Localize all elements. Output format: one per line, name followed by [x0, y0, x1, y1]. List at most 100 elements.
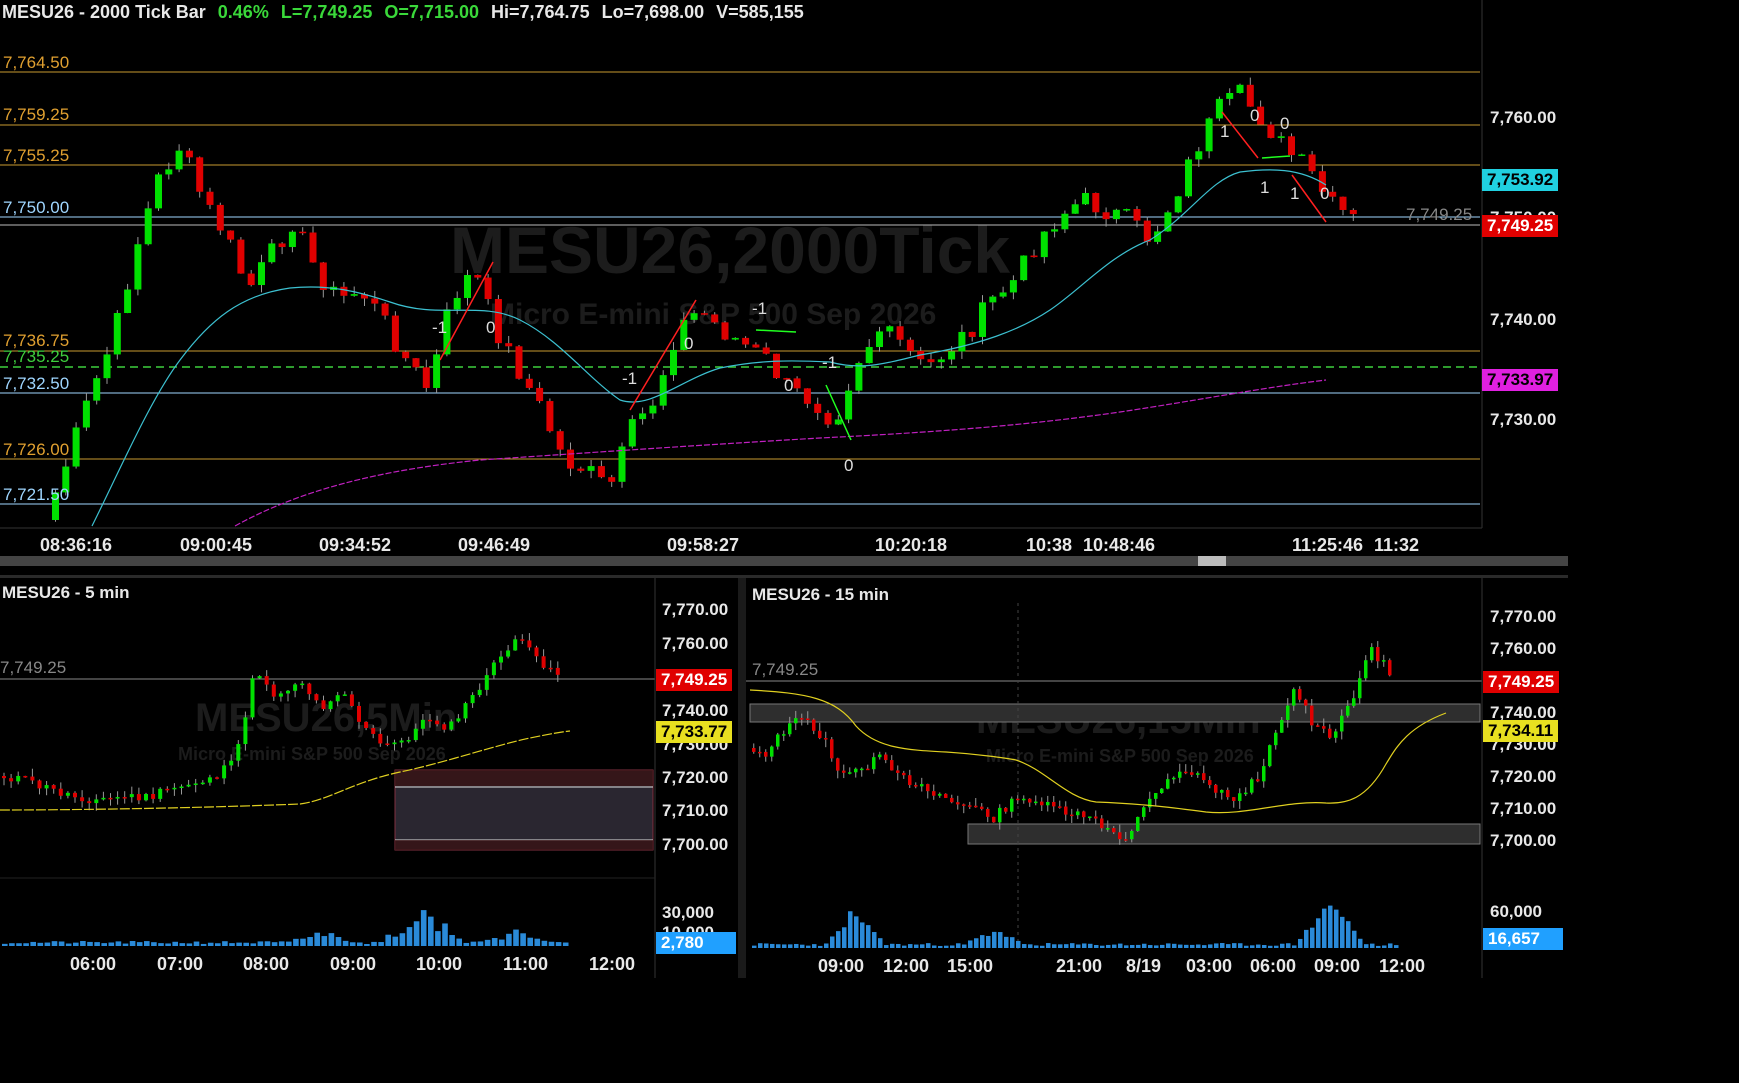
fifteen-min-volume-bar: [848, 911, 853, 948]
fifteen-min-y-tick: 7,770.00: [1490, 607, 1557, 626]
fifteen-min-candle-body: [884, 754, 888, 761]
five-min-chart-canvas[interactable]: [0, 578, 738, 978]
fifteen-min-y-tick: 7,710.00: [1490, 799, 1557, 818]
fifteen-min-volume-bar: [1112, 944, 1117, 948]
trend-arrow: [755, 329, 797, 333]
fifteen-min-candle-body: [962, 804, 966, 806]
five-min-volume-bar: [385, 934, 391, 946]
main-candle-body: [937, 359, 945, 363]
main-candle-body: [1288, 136, 1295, 156]
fifteen-min-volume-bar: [914, 944, 919, 948]
five-min-volume-bar: [30, 941, 36, 946]
five-min-candle-body: [80, 797, 85, 802]
main-candle-body: [1009, 280, 1017, 293]
fifteen-min-last-line-label: 7,749.25: [752, 660, 819, 679]
five-min-candle-body: [335, 695, 340, 702]
five-min-chart-pane[interactable]: MESU26,5Min Micro E-mini S&P 500 Sep 202…: [0, 578, 738, 978]
fifteen-min-candle-body: [1388, 660, 1392, 676]
five-min-candle-body: [9, 778, 14, 782]
main-candle-body: [711, 314, 719, 323]
fifteen-min-volume-bar: [992, 931, 997, 948]
fifteen-min-candle-body: [992, 816, 996, 823]
five-min-volume-bar: [420, 910, 427, 946]
main-candle-body: [1298, 154, 1306, 156]
main-candle-body: [453, 297, 461, 310]
main-candle-body: [124, 289, 132, 314]
main-candle-body: [1040, 231, 1048, 258]
five-min-volume-bar: [144, 941, 150, 946]
main-candle-body: [700, 313, 708, 315]
main-chart-pane[interactable]: MESU26,2000Tick Micro E-mini S&P 500 Sep…: [0, 0, 1568, 575]
fifteen-min-volume-bar: [1286, 943, 1291, 948]
fifteen-min-candle-body: [1196, 773, 1200, 775]
main-candle-body: [958, 331, 966, 352]
main-candle-body: [1226, 93, 1234, 99]
fifteen-min-volume-bar: [770, 943, 775, 948]
fifteen-min-volume-bar: [788, 944, 793, 948]
five-min-volume-bar: [442, 923, 448, 946]
annotation: 0: [1250, 106, 1260, 125]
fifteen-min-candle-body: [1100, 818, 1104, 829]
five-min-volume-bar: [87, 941, 93, 946]
pane-divider-vertical[interactable]: [738, 578, 746, 978]
fifteen-min-chart-canvas[interactable]: [746, 578, 1568, 978]
fifteen-min-candle-body: [812, 719, 816, 731]
main-candle-body: [536, 387, 544, 402]
five-min-candle-body: [513, 639, 518, 651]
five-min-candle-body: [58, 788, 63, 796]
five-min-candle-body: [200, 782, 205, 785]
fifteen-min-volume-bar: [944, 945, 949, 948]
five-min-title: MESU26 - 5 min: [2, 583, 130, 602]
five-min-candle-body: [44, 785, 49, 789]
fifteen-min-volume-bar: [1292, 945, 1297, 948]
main-candle-body: [1061, 213, 1069, 230]
five-min-volume-bar: [463, 942, 470, 946]
main-candle-body: [742, 337, 750, 345]
fifteen-min-x-tick: 09:00: [1314, 956, 1361, 976]
five-min-x-tick: 07:00: [157, 954, 204, 974]
five-min-candle-body: [534, 647, 539, 657]
fifteen-min-candle-body: [1304, 699, 1308, 706]
main-x-tick: 09:34:52: [319, 535, 392, 555]
main-candle-body: [288, 231, 296, 248]
five-min-volume-bar: [293, 938, 299, 946]
annotation: 0: [486, 318, 496, 337]
fifteen-min-candle-body: [980, 806, 984, 809]
fifteen-min-x-tick: 21:00: [1056, 956, 1103, 976]
five-min-last-line-label: 7,749.25: [0, 658, 67, 677]
main-y-tick: 7,740.00: [1490, 310, 1557, 329]
main-chart-canvas[interactable]: [0, 0, 1568, 575]
main-candle-body: [927, 359, 935, 363]
fifteen-min-volume-bar: [1064, 944, 1069, 948]
level-label: 7,764.50: [3, 53, 70, 72]
fifteen-min-candle-body: [1346, 705, 1350, 716]
five-min-candle-body: [420, 719, 425, 729]
fifteen-min-candle-body: [788, 723, 792, 735]
five-min-volume-bar: [378, 942, 384, 946]
fifteen-min-candle-body: [842, 770, 846, 773]
five-min-volume-bar: [101, 943, 107, 946]
five-min-volume-bar: [165, 943, 171, 946]
fifteen-min-title: MESU26 - 15 min: [752, 585, 889, 604]
fifteen-min-y-tick: 7,720.00: [1490, 767, 1557, 786]
fifteen-min-volume-bar: [1196, 944, 1201, 948]
five-min-volume-bar: [364, 943, 370, 946]
main-candle-body: [649, 405, 657, 414]
main-candle-body: [814, 403, 822, 413]
fifteen-min-candle-body: [1208, 780, 1212, 785]
main-candle-body: [1123, 209, 1131, 211]
fifteen-min-volume-bar: [872, 932, 877, 948]
five-min-candle-body: [236, 744, 241, 761]
five-min-candle-body: [16, 775, 21, 782]
fifteen-min-volume-bar: [908, 944, 913, 948]
fifteen-min-volume-bar: [962, 944, 967, 948]
five-min-candle-body: [456, 718, 461, 722]
fifteen-min-volume-bar: [1094, 944, 1099, 948]
fifteen-min-candle-body: [1052, 801, 1056, 807]
fifteen-min-chart-pane[interactable]: MESU26,15Min Micro E-mini S&P 500 Sep 20…: [746, 578, 1568, 978]
five-min-ma-price-tag: 7,733.77: [656, 721, 733, 743]
main-candle-body: [824, 412, 832, 425]
five-min-volume-bar: [399, 933, 406, 946]
fifteen-min-volume-bar: [812, 944, 817, 948]
fifteen-min-y-tick: 7,760.00: [1490, 639, 1557, 658]
